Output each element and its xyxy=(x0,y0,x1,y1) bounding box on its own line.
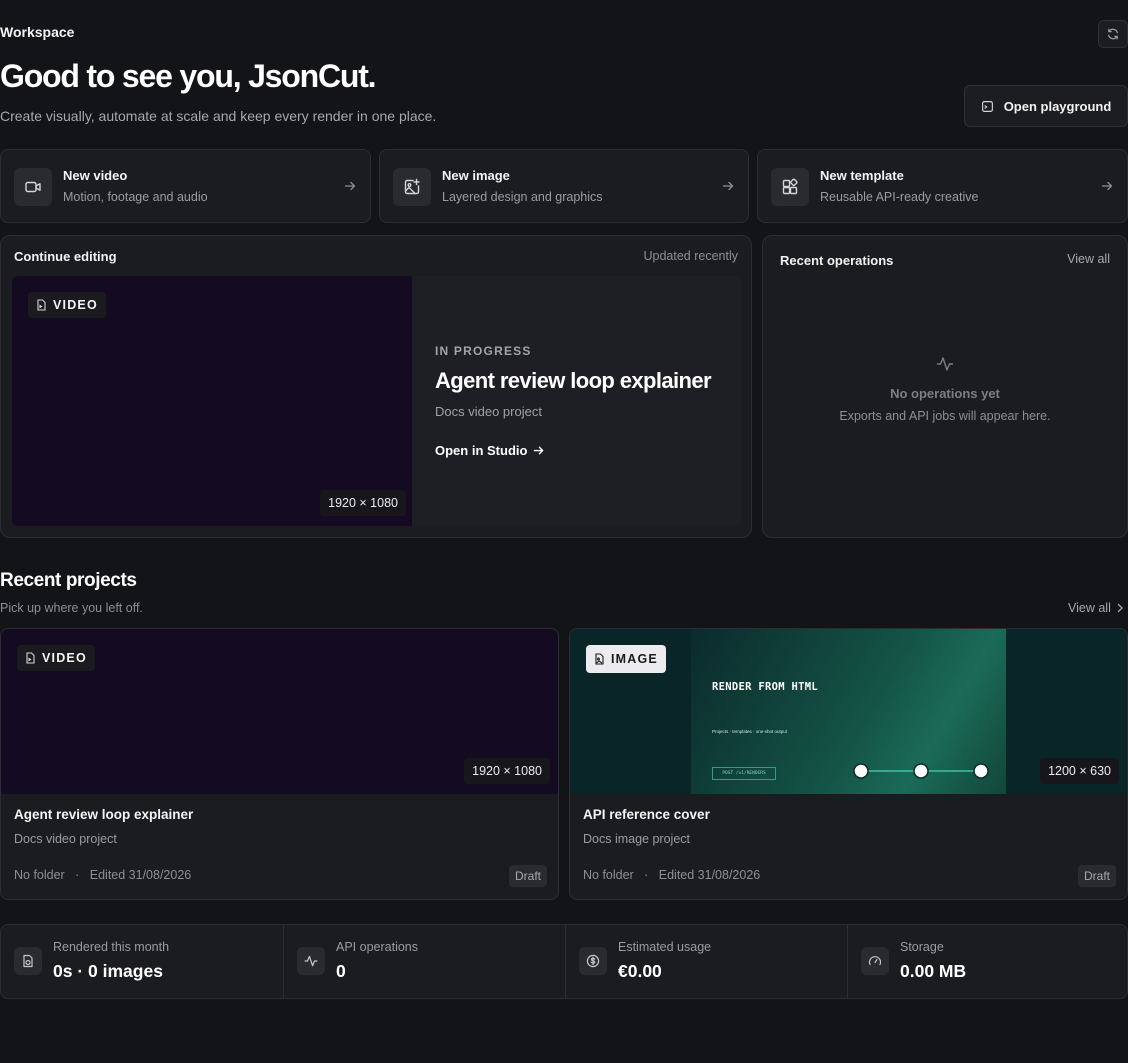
usage-stats-bar: Rendered this month 0s · 0 images API op… xyxy=(0,924,1128,999)
recent-projects-subtitle: Pick up where you left off. xyxy=(0,601,143,615)
edited-label: Edited 31/08/2026 xyxy=(89,868,192,882)
operations-view-all-link[interactable]: View all xyxy=(1067,252,1110,266)
empty-state-title: No operations yet xyxy=(890,386,1000,401)
recent-operations-card: Recent operations View all No operations… xyxy=(762,235,1128,538)
preview-subtext: Projects · templates · one-shot output xyxy=(712,729,788,734)
status-label: IN PROGRESS xyxy=(435,344,532,358)
render-file-icon xyxy=(14,947,42,975)
stat-value: 0s · 0 images xyxy=(53,961,163,981)
empty-state-description: Exports and API jobs will appear here. xyxy=(839,409,1051,423)
page-title: Good to see you, JsonCut. xyxy=(0,58,377,94)
arrow-right-icon xyxy=(1101,180,1113,192)
type-badge: VIDEO xyxy=(28,292,106,318)
preview-heading: RENDER FROM HTML xyxy=(712,681,818,693)
stat-label: Storage xyxy=(900,940,944,954)
activity-icon xyxy=(297,947,325,975)
type-badge-label: VIDEO xyxy=(42,651,87,665)
folder-label: No folder xyxy=(583,868,634,882)
quick-action-title: New template xyxy=(820,168,904,183)
edited-label: Edited 31/08/2026 xyxy=(658,868,761,882)
file-icon xyxy=(36,299,47,311)
project-name: API reference cover xyxy=(583,807,710,822)
stat-value: 0 xyxy=(336,961,346,981)
refresh-button[interactable] xyxy=(1098,20,1128,48)
file-icon xyxy=(25,652,36,664)
separator-dot: · xyxy=(68,868,87,882)
project-thumbnail: RENDER FROM HTML Projects · templates · … xyxy=(570,629,1127,794)
playground-icon xyxy=(981,100,994,113)
stat-value: €0.00 xyxy=(618,961,662,981)
quick-action-desc: Motion, footage and audio xyxy=(63,190,208,204)
quick-action-desc: Reusable API-ready creative xyxy=(820,190,979,204)
stat-storage: Storage 0.00 MB xyxy=(848,925,1127,998)
project-description: Docs image project xyxy=(583,832,690,846)
continue-editing-title: Continue editing xyxy=(14,249,117,264)
arrow-right-icon xyxy=(722,180,734,192)
view-all-label: View all xyxy=(1068,601,1111,615)
stat-label: Estimated usage xyxy=(618,940,712,954)
folder-label: No folder xyxy=(14,868,65,882)
new-video-card[interactable]: New video Motion, footage and audio xyxy=(0,149,371,223)
stat-rendered: Rendered this month 0s · 0 images xyxy=(1,925,283,998)
project-meta: No folder · Edited 31/08/2026 xyxy=(583,868,760,882)
stat-label: API operations xyxy=(336,940,418,954)
project-description: Docs video project xyxy=(435,404,542,419)
arrow-right-icon xyxy=(344,180,356,192)
refresh-icon xyxy=(1106,27,1120,41)
stat-value: 0.00 MB xyxy=(900,961,967,981)
project-card[interactable]: VIDEO 1920 × 1080 Agent review loop expl… xyxy=(0,628,559,900)
recent-projects-title: Recent projects xyxy=(0,570,137,591)
dimensions-label: 1200 × 630 xyxy=(1040,758,1119,784)
preview-nodes xyxy=(853,763,989,779)
status-badge: Draft xyxy=(508,865,547,887)
new-template-card[interactable]: New template Reusable API-ready creative xyxy=(757,149,1128,223)
page-subtitle: Create visually, automate at scale and k… xyxy=(0,108,437,124)
separator-dot: · xyxy=(637,868,656,882)
project-card[interactable]: RENDER FROM HTML Projects · templates · … xyxy=(569,628,1128,900)
type-badge-label: IMAGE xyxy=(611,652,658,666)
open-playground-label: Open playground xyxy=(1003,98,1112,114)
project-name: Agent review loop explainer xyxy=(14,807,194,822)
stat-label: Rendered this month xyxy=(53,940,170,954)
arrow-right-icon xyxy=(533,445,545,456)
gauge-icon xyxy=(861,947,889,975)
quick-action-title: New video xyxy=(63,168,128,183)
activity-icon xyxy=(936,355,954,373)
preview-tag: POST /v1/RENDERS xyxy=(712,767,776,780)
dimensions-label: 1920 × 1080 xyxy=(464,758,550,784)
quick-action-title: New image xyxy=(442,168,510,183)
stat-api-operations: API operations 0 xyxy=(284,925,565,998)
continue-project-panel[interactable]: VIDEO 1920 × 1080 IN PROGRESS Agent revi… xyxy=(12,276,741,526)
open-in-studio-label: Open in Studio xyxy=(435,443,528,458)
project-name: Agent review loop explainer xyxy=(435,368,712,393)
project-thumbnail: VIDEO 1920 × 1080 xyxy=(12,276,412,526)
template-icon xyxy=(771,168,809,206)
chevron-right-icon xyxy=(1117,603,1124,613)
continue-editing-card: Continue editing Updated recently VIDEO … xyxy=(0,235,752,538)
project-meta: No folder · Edited 31/08/2026 xyxy=(14,868,191,882)
type-badge-label: VIDEO xyxy=(53,298,98,312)
updated-recently-label: Updated recently xyxy=(643,249,738,263)
image-plus-icon xyxy=(393,168,431,206)
render-preview: RENDER FROM HTML Projects · templates · … xyxy=(691,629,1006,794)
project-thumbnail: VIDEO 1920 × 1080 xyxy=(1,629,558,794)
open-in-studio-link[interactable]: Open in Studio xyxy=(435,443,545,458)
image-file-icon xyxy=(594,653,605,665)
type-badge: VIDEO xyxy=(17,645,95,671)
projects-view-all-link[interactable]: View all xyxy=(1068,601,1124,615)
dimensions-label: 1920 × 1080 xyxy=(320,490,406,516)
video-camera-icon xyxy=(14,168,52,206)
quick-action-desc: Layered design and graphics xyxy=(442,190,603,204)
open-playground-button[interactable]: Open playground xyxy=(964,85,1128,127)
dollar-circle-icon xyxy=(579,947,607,975)
new-image-card[interactable]: New image Layered design and graphics xyxy=(379,149,749,223)
status-badge: Draft xyxy=(1077,865,1116,887)
project-description: Docs video project xyxy=(14,832,117,846)
workspace-label: Workspace xyxy=(0,24,75,40)
recent-operations-title: Recent operations xyxy=(780,253,894,268)
stat-estimated-usage: Estimated usage €0.00 xyxy=(566,925,847,998)
dashboard-page: Workspace Good to see you, JsonCut. Crea… xyxy=(0,0,1128,1063)
type-badge: IMAGE xyxy=(586,645,666,673)
